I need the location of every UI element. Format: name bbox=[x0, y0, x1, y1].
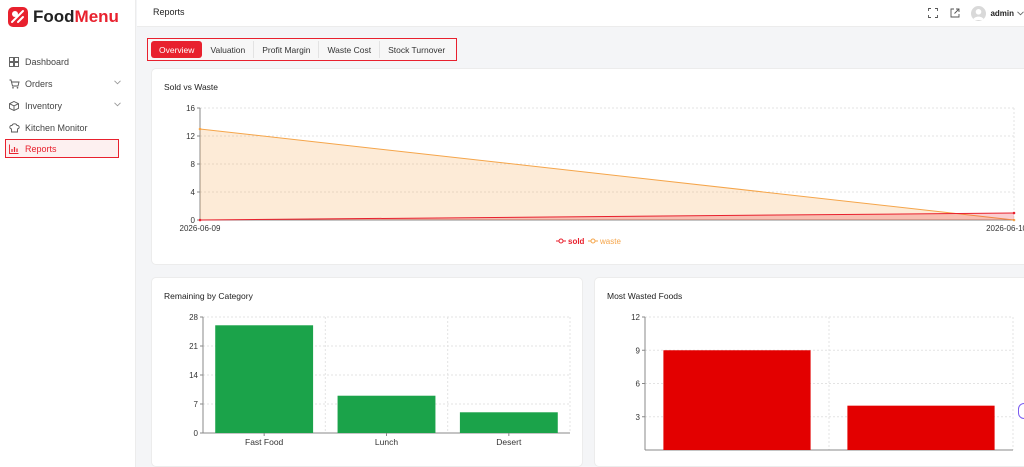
floating-widget-button[interactable] bbox=[1018, 403, 1024, 419]
y-tick-label: 4 bbox=[191, 188, 196, 197]
legend-sold-marker bbox=[558, 238, 564, 244]
sidebar-item-kitchen-monitor[interactable]: Kitchen Monitor bbox=[0, 117, 135, 139]
waste-point bbox=[198, 127, 202, 131]
sidebar-item-label: Kitchen Monitor bbox=[25, 123, 88, 133]
sold-point bbox=[1012, 211, 1016, 215]
bar bbox=[215, 325, 314, 433]
food-menu-logo-icon bbox=[8, 7, 28, 27]
sidebar-item-label: Reports bbox=[25, 143, 57, 154]
legend-sold-label: sold bbox=[568, 237, 585, 246]
sidebar: Food Menu Dashboard Orders Inventory Kit… bbox=[0, 0, 136, 467]
sold-point bbox=[198, 218, 202, 222]
legend-waste-marker bbox=[590, 238, 596, 244]
report-tabs: Overview Valuation Profit Margin Waste C… bbox=[147, 38, 458, 61]
y-tick-label: 14 bbox=[189, 371, 198, 380]
x-tick-label: Lunch bbox=[375, 437, 398, 447]
tab-profit-margin[interactable]: Profit Margin bbox=[254, 41, 320, 58]
tab-waste-cost[interactable]: Waste Cost bbox=[319, 41, 381, 58]
chevron-down-icon[interactable] bbox=[114, 102, 121, 107]
y-tick-label: 7 bbox=[194, 400, 199, 409]
sidebar-menu: Dashboard Orders Inventory Kitchen Monit… bbox=[0, 51, 135, 158]
fullscreen-icon[interactable] bbox=[927, 7, 939, 19]
sidebar-item-label: Orders bbox=[25, 79, 53, 89]
tab-overview[interactable]: Overview bbox=[151, 41, 203, 58]
y-tick-label: 21 bbox=[189, 342, 198, 351]
bar bbox=[337, 395, 436, 433]
sidebar-item-orders[interactable]: Orders bbox=[0, 73, 135, 95]
bar bbox=[459, 412, 558, 433]
tab-stock-turnover[interactable]: Stock Turnover bbox=[380, 41, 453, 58]
remaining-by-category-chart: 0 7 14 21 28 Fast Food Lunch Desert bbox=[189, 313, 571, 447]
x-tick-label: Desert bbox=[496, 437, 522, 447]
sidebar-item-inventory[interactable]: Inventory bbox=[0, 95, 135, 117]
sidebar-item-label: Dashboard bbox=[25, 57, 70, 67]
y-tick-label: 12 bbox=[631, 313, 640, 322]
sidebar-item-label: Inventory bbox=[25, 101, 63, 111]
sidebar-item-reports[interactable]: Reports bbox=[5, 139, 119, 158]
x-tick-label: 2026-06-09 bbox=[180, 224, 221, 233]
sold-vs-waste-card: Sold vs Waste 0 4 8 12 16 2026-06-09 2026-06-1… bbox=[151, 68, 1024, 265]
brand[interactable]: Food Menu bbox=[0, 0, 135, 34]
chevron-down-icon[interactable] bbox=[114, 80, 121, 85]
tab-valuation[interactable]: Valuation bbox=[202, 41, 255, 58]
header: Reports admin bbox=[137, 0, 1024, 27]
dashboard-icon bbox=[8, 56, 20, 68]
brand-name-part1: Food bbox=[33, 7, 75, 26]
bar-chart-icon bbox=[8, 143, 20, 155]
user-name[interactable]: admin bbox=[990, 9, 1014, 18]
x-tick-label: Fast Food bbox=[245, 437, 284, 447]
x-tick-label: 2026-06-10 bbox=[986, 224, 1024, 233]
avatar[interactable] bbox=[971, 5, 987, 21]
most-wasted-foods-chart: 3 6 9 12 bbox=[631, 313, 1014, 451]
y-tick-label: 16 bbox=[186, 104, 195, 113]
y-tick-label: 6 bbox=[636, 380, 641, 389]
y-tick-label: 0 bbox=[194, 429, 199, 438]
bar bbox=[663, 350, 811, 450]
page-title: Reports bbox=[153, 7, 185, 17]
header-actions: admin bbox=[927, 4, 1024, 22]
sold-vs-waste-chart: 04812162026-06-09 2026-06-10sold waste bbox=[180, 104, 1024, 246]
box-icon bbox=[8, 100, 20, 112]
sidebar-item-dashboard[interactable]: Dashboard bbox=[0, 51, 135, 73]
most-wasted-foods-card: Most Wasted Foods 3 6 9 12 bbox=[594, 277, 1024, 467]
external-link-icon[interactable] bbox=[949, 7, 961, 19]
cart-icon bbox=[8, 78, 20, 90]
bar bbox=[847, 405, 995, 450]
y-tick-label: 28 bbox=[189, 313, 198, 322]
remaining-by-category-card: Remaining by Category 0 7 14 21 28 Fast Food L… bbox=[151, 277, 583, 467]
y-tick-label: 3 bbox=[636, 413, 641, 422]
chevron-down-icon[interactable] bbox=[1017, 10, 1024, 16]
y-tick-label: 9 bbox=[636, 346, 641, 355]
chef-hat-icon bbox=[8, 122, 20, 134]
brand-name-part2: Menu bbox=[74, 7, 119, 26]
y-tick-label: 12 bbox=[186, 132, 195, 141]
y-tick-label: 8 bbox=[191, 160, 196, 169]
legend-waste-label: waste bbox=[599, 237, 621, 246]
